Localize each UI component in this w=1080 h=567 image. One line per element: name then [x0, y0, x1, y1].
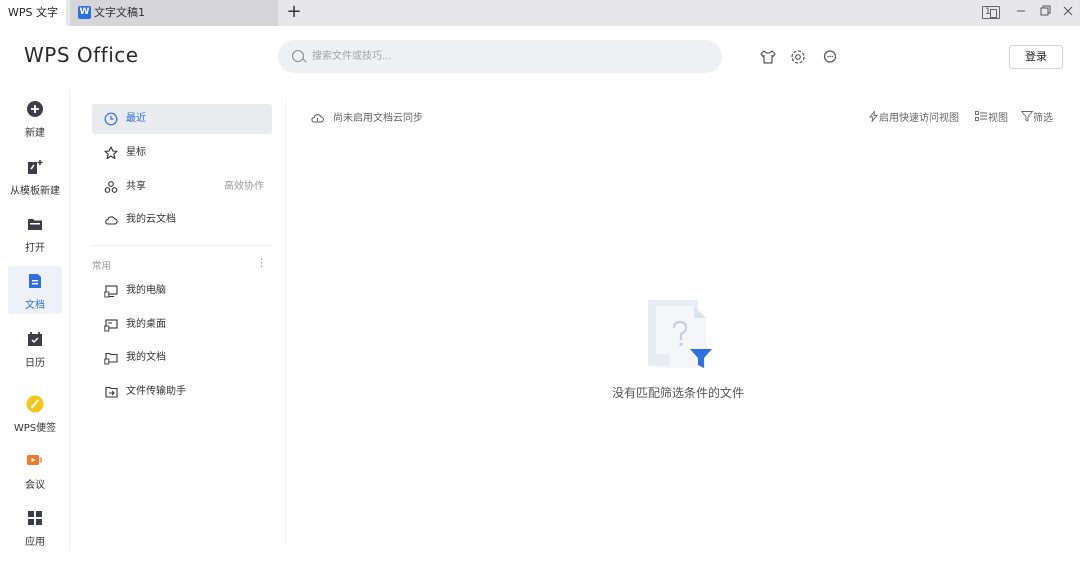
nav-documents-label: 文档	[25, 300, 45, 311]
nav-open-label: 打开	[25, 243, 45, 254]
search-box[interactable]	[278, 40, 722, 73]
panel-item-starred-label: 星标	[126, 147, 146, 158]
tab-wps-writer-home[interactable]: WPS 文字	[0, 0, 66, 26]
writer-doc-icon: W	[78, 6, 91, 19]
nav-documents[interactable]: 文档	[8, 266, 62, 314]
cloud-sync-notice[interactable]: 尚未启用文档云同步	[310, 109, 423, 124]
restore-button[interactable]	[1034, 0, 1056, 26]
nav-meeting-label: 会议	[25, 480, 45, 491]
view-label: 视图	[988, 113, 1008, 124]
wps-office-logo: WPS Office	[24, 43, 139, 67]
panel-item-recent[interactable]: 最近	[92, 104, 272, 134]
quick-access-view-button[interactable]: 启用快速访问视图	[868, 109, 959, 124]
computer-icon	[104, 285, 118, 298]
template-icon	[28, 160, 43, 174]
clock-icon	[104, 112, 118, 126]
panel-divider	[92, 245, 272, 246]
section-more-button[interactable]: ⋮	[256, 256, 267, 269]
tab-document[interactable]: W 文字文稿1	[70, 0, 278, 26]
close-icon	[1063, 6, 1073, 16]
minimize-icon	[1017, 10, 1025, 12]
feedback-icon[interactable]	[821, 48, 839, 66]
login-button[interactable]: 登录	[1009, 45, 1063, 69]
layout-number: 1	[985, 7, 991, 17]
file-transfer-icon	[105, 386, 118, 398]
apps-icon	[28, 511, 42, 525]
desktop-icon	[104, 319, 118, 332]
panel-item-my-desktop-label: 我的桌面	[126, 319, 166, 330]
nav-apps[interactable]: 应用	[8, 503, 62, 551]
share-icon	[104, 181, 118, 193]
nav-open[interactable]: 打开	[8, 209, 62, 257]
panel-item-cloud-docs-label: 我的云文档	[126, 214, 176, 225]
panel-item-shared-label: 共享	[126, 181, 146, 192]
view-button[interactable]: 视图	[975, 109, 1008, 124]
my-documents-icon	[104, 352, 118, 365]
collaboration-link[interactable]: 高效协作	[224, 172, 264, 202]
nav-meeting[interactable]: 会议	[8, 446, 62, 494]
filter-label: 筛选	[1033, 113, 1053, 124]
panel-item-my-computer[interactable]: 我的电脑	[92, 276, 272, 306]
panel-item-my-documents-label: 我的文档	[126, 352, 166, 363]
tab-document-label: 文字文稿1	[94, 6, 145, 19]
layout-switch-button[interactable]: 1	[982, 6, 1000, 19]
note-icon	[26, 395, 44, 413]
panel-item-my-documents[interactable]: 我的文档	[92, 343, 272, 373]
quick-access-view-label: 启用快速访问视图	[879, 113, 959, 124]
panel-item-cloud-docs[interactable]: 我的云文档	[92, 205, 272, 235]
column-divider	[285, 100, 286, 545]
panel-item-file-transfer-label: 文件传输助手	[126, 386, 186, 397]
nav-wps-notes-label: WPS便签	[13, 423, 57, 434]
nav-new[interactable]: 新建	[8, 94, 62, 142]
search-input[interactable]	[312, 46, 692, 67]
cloud-sync-icon	[311, 114, 324, 123]
panel-item-file-transfer[interactable]: 文件传输助手	[92, 377, 272, 407]
new-tab-button[interactable]: +	[284, 0, 304, 26]
nav-calendar[interactable]: 日历	[8, 324, 62, 372]
restore-icon	[1040, 5, 1050, 16]
panel-item-shared[interactable]: 共享 高效协作	[92, 172, 272, 202]
cloud-icon	[105, 216, 118, 225]
skin-icon[interactable]	[759, 48, 777, 66]
lightning-icon	[869, 111, 878, 122]
tab-bar: WPS 文字 W 文字文稿1 + 1	[0, 0, 1080, 26]
close-button[interactable]	[1057, 0, 1079, 26]
panel-item-my-computer-label: 我的电脑	[126, 285, 166, 296]
left-nav: 新建 从模板新建 打开 文档 日历 WPS便签 会议 应用	[0, 90, 70, 550]
panel-item-starred[interactable]: 星标	[92, 138, 272, 168]
filter-button[interactable]: 筛选	[1021, 109, 1053, 124]
calendar-icon	[28, 332, 42, 346]
search-icon	[292, 50, 304, 62]
panel-item-my-desktop[interactable]: 我的桌面	[92, 310, 272, 340]
filter-icon	[1021, 111, 1033, 122]
section-title-common: 常用	[92, 261, 112, 272]
cloud-sync-notice-text: 尚未启用文档云同步	[333, 113, 423, 124]
panel-item-recent-label: 最近	[126, 113, 146, 124]
list-view-icon	[975, 111, 987, 121]
star-icon	[104, 146, 118, 160]
document-icon	[29, 274, 41, 288]
nav-wps-notes[interactable]: WPS便签	[8, 389, 62, 437]
plus-circle-icon	[27, 101, 43, 117]
nav-calendar-label: 日历	[25, 358, 45, 369]
empty-filter-illustration	[648, 300, 712, 368]
minimize-button[interactable]	[1010, 0, 1032, 26]
nav-new-from-template-label: 从模板新建	[10, 186, 60, 197]
nav-new-from-template[interactable]: 从模板新建	[8, 152, 62, 200]
empty-state-message: 没有匹配筛选条件的文件	[611, 386, 744, 400]
nav-new-label: 新建	[25, 128, 45, 139]
folder-icon	[28, 219, 42, 230]
nav-apps-label: 应用	[25, 537, 45, 548]
settings-icon[interactable]	[789, 48, 807, 66]
meeting-icon	[27, 455, 42, 465]
